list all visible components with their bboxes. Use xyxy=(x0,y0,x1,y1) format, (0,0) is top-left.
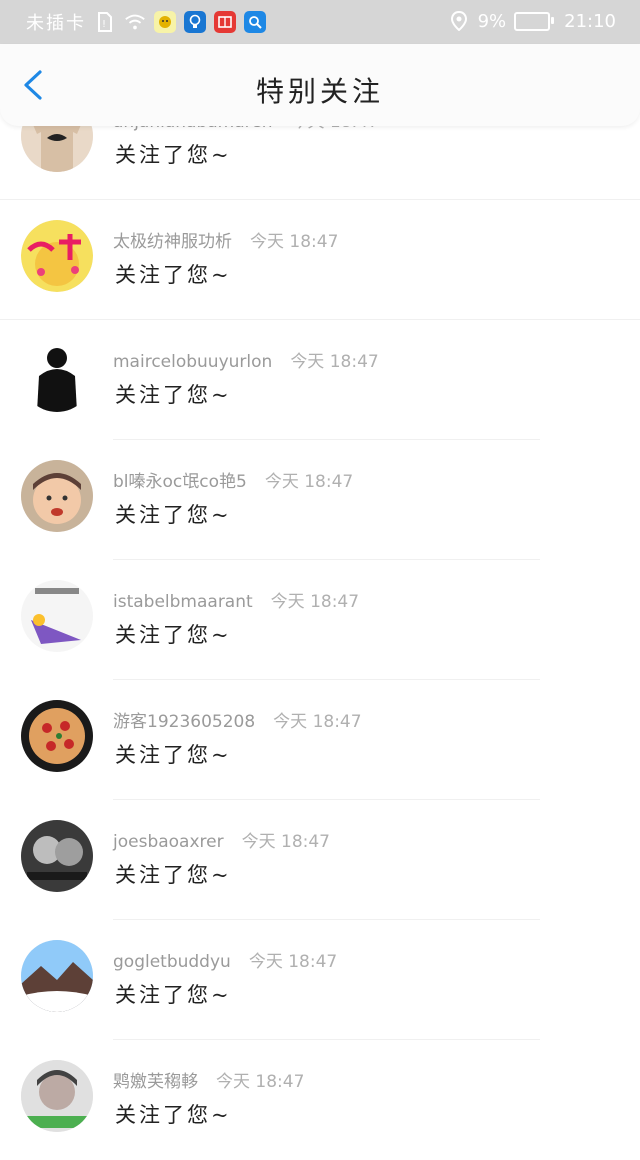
user-name-line: 太极纺神服功析 今天 18:47 xyxy=(113,227,338,252)
list-item[interactable]: 太极纺神服功析 今天 18:47 关注了您~ xyxy=(0,200,640,320)
top-bar: 特别关注 xyxy=(0,44,640,126)
battery-icon xyxy=(514,11,555,31)
user-name: bl嗪永oc氓co艳5 xyxy=(113,472,247,492)
timestamp: 今天 18:47 xyxy=(216,1072,305,1092)
avatar[interactable] xyxy=(21,460,93,532)
list-item[interactable]: 䴗嬓芙䅳䡔 今天 18:47 关注了您~ xyxy=(0,1040,640,1160)
timestamp: 今天 18:47 xyxy=(250,232,339,252)
timestamp: 今天 18:47 xyxy=(290,352,379,372)
user-name: istabelbmaarant xyxy=(113,592,253,612)
user-name: 太极纺神服功析 xyxy=(113,232,232,252)
sim-icon: ! xyxy=(94,11,116,33)
clock: 21:10 xyxy=(564,10,616,32)
status-right: 9% 21:10 xyxy=(448,10,616,32)
timestamp: 今天 18:47 xyxy=(264,472,354,492)
avatar[interactable] xyxy=(21,220,93,292)
svg-text:!: ! xyxy=(102,19,106,30)
avatar[interactable] xyxy=(21,1060,93,1132)
book-app-icon xyxy=(214,11,236,33)
user-name-line: maircelobuuyurlon 今天 18:47 xyxy=(113,347,379,372)
follower-list: anjanlanabamaren今天 18:47 关注了您~ 太极纺神服功析今天… xyxy=(0,80,640,1160)
message-text: 关注了您~ xyxy=(115,623,232,647)
message-text: 关注了您~ xyxy=(115,1103,232,1127)
message-text: 关注了您~ xyxy=(115,263,232,287)
list-item[interactable]: istabelbmaarant 今天 18:47 关注了您~ xyxy=(0,560,640,680)
carrier-label: 未插卡 xyxy=(26,13,86,34)
status-left: 未插卡 ! xyxy=(26,9,266,35)
list-item[interactable]: 游客1923605208 今天 18:47 关注了您~ xyxy=(0,680,640,800)
avatar[interactable] xyxy=(21,820,93,892)
user-name: maircelobuuyurlon xyxy=(113,352,273,372)
location-icon xyxy=(448,10,470,32)
message-text: 关注了您~ xyxy=(115,743,232,767)
message-text: 关注了您~ xyxy=(115,383,232,407)
user-name: gogletbuddyu xyxy=(113,952,231,972)
message-text: 关注了您~ xyxy=(115,143,232,167)
user-name-line: istabelbmaarant 今天 18:47 xyxy=(113,587,359,612)
list-item[interactable]: gogletbuddyu 今天 18:47 关注了您~ xyxy=(0,920,640,1040)
battery-percent: 9% xyxy=(477,10,507,32)
timestamp: 今天 18:47 xyxy=(270,592,360,612)
user-name-line: 游客1923605208 今天 18:47 xyxy=(113,707,362,732)
bulb-app-icon xyxy=(184,11,206,33)
wifi-icon xyxy=(124,11,146,33)
avatar[interactable] xyxy=(21,700,93,772)
avatar[interactable] xyxy=(21,940,93,1012)
timestamp: 今天 18:47 xyxy=(248,952,338,972)
user-name-line: joesbaoaxrer 今天 18:47 xyxy=(113,827,330,852)
message-text: 关注了您~ xyxy=(115,503,232,527)
list-item[interactable]: bl嗪永oc氓co艳5 今天 18:47 关注了您~ xyxy=(0,440,640,560)
app-icon-1 xyxy=(154,11,176,33)
search-app-icon xyxy=(244,11,266,33)
page-title: 特别关注 xyxy=(255,75,384,108)
message-text: 关注了您~ xyxy=(115,863,232,887)
user-name-line: gogletbuddyu 今天 18:47 xyxy=(113,947,337,972)
user-name: 䴗嬓芙䅳䡔 xyxy=(113,1072,198,1092)
timestamp: 今天 18:47 xyxy=(273,712,362,732)
user-name: joesbaoaxrer xyxy=(113,832,224,852)
status-bar: 未插卡 ! 9% 21:10 xyxy=(0,0,640,44)
avatar[interactable] xyxy=(21,340,93,412)
user-name-line: bl嗪永oc氓co艳5 今天 18:47 xyxy=(113,467,353,492)
user-name: 游客1923605208 xyxy=(113,712,256,732)
user-name-line: 䴗嬓芙䅳䡔 今天 18:47 xyxy=(113,1067,304,1092)
message-text: 关注了您~ xyxy=(115,983,232,1007)
list-item[interactable]: joesbaoaxrer 今天 18:47 关注了您~ xyxy=(0,800,640,920)
list-item[interactable]: maircelobuuyurlon 今天 18:47 关注了您~ xyxy=(0,320,640,440)
timestamp: 今天 18:47 xyxy=(241,832,330,852)
avatar[interactable] xyxy=(21,580,93,652)
